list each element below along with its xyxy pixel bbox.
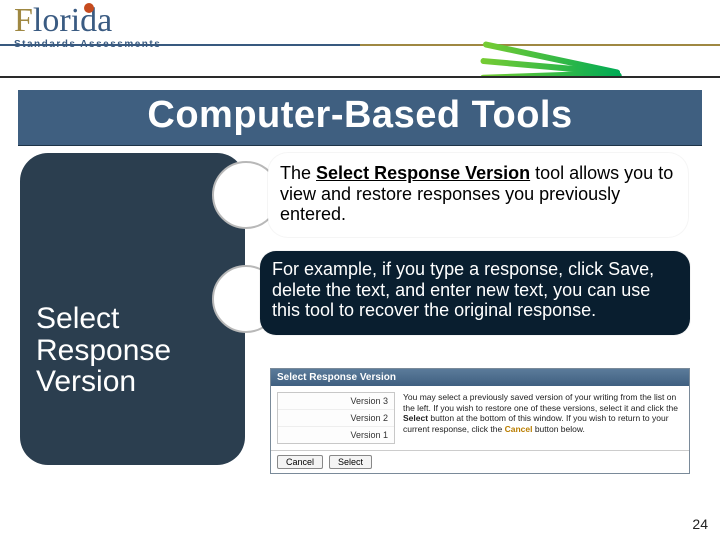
content-area: Select Response Version The Select Respo… xyxy=(0,153,720,523)
dialog-instr-c: button below. xyxy=(532,424,584,434)
dialog-title: Select Response Version xyxy=(271,369,689,386)
feature-label: Select Response Version xyxy=(36,303,229,398)
cancel-button[interactable]: Cancel xyxy=(277,455,323,469)
header: Florida Standards Assessments xyxy=(0,0,720,78)
palm-decor xyxy=(460,0,720,76)
dialog-instructions: You may select a previously saved versio… xyxy=(403,392,683,444)
bubble1-pre: The xyxy=(280,163,316,183)
feature-label-box: Select Response Version xyxy=(20,153,245,465)
slide-title: Computer-Based Tools xyxy=(18,90,702,145)
page-number: 24 xyxy=(692,516,708,532)
list-item[interactable]: Version 2 xyxy=(278,410,394,427)
bubble1-highlight: Select Response Version xyxy=(316,163,530,183)
select-button[interactable]: Select xyxy=(329,455,372,469)
select-response-version-dialog: Select Response Version Version 3 Versio… xyxy=(270,368,690,474)
list-item[interactable]: Version 3 xyxy=(278,393,394,410)
info-bubble-2: For example, if you type a response, cli… xyxy=(260,251,690,335)
list-item[interactable]: Version 1 xyxy=(278,427,394,443)
dialog-instr-select: Select xyxy=(403,413,428,423)
version-list[interactable]: Version 3 Version 2 Version 1 xyxy=(277,392,395,444)
dialog-instr-cancel: Cancel xyxy=(505,424,533,434)
dialog-instr-a: You may select a previously saved versio… xyxy=(403,392,678,413)
dialog-body: Version 3 Version 2 Version 1 You may se… xyxy=(271,386,689,450)
slide: Florida Standards Assessments Computer-B… xyxy=(0,0,720,540)
info-bubble-1: The Select Response Version tool allows … xyxy=(268,153,688,237)
dialog-footer: Cancel Select xyxy=(271,450,689,473)
logo-wordmark: Florida xyxy=(14,6,161,37)
